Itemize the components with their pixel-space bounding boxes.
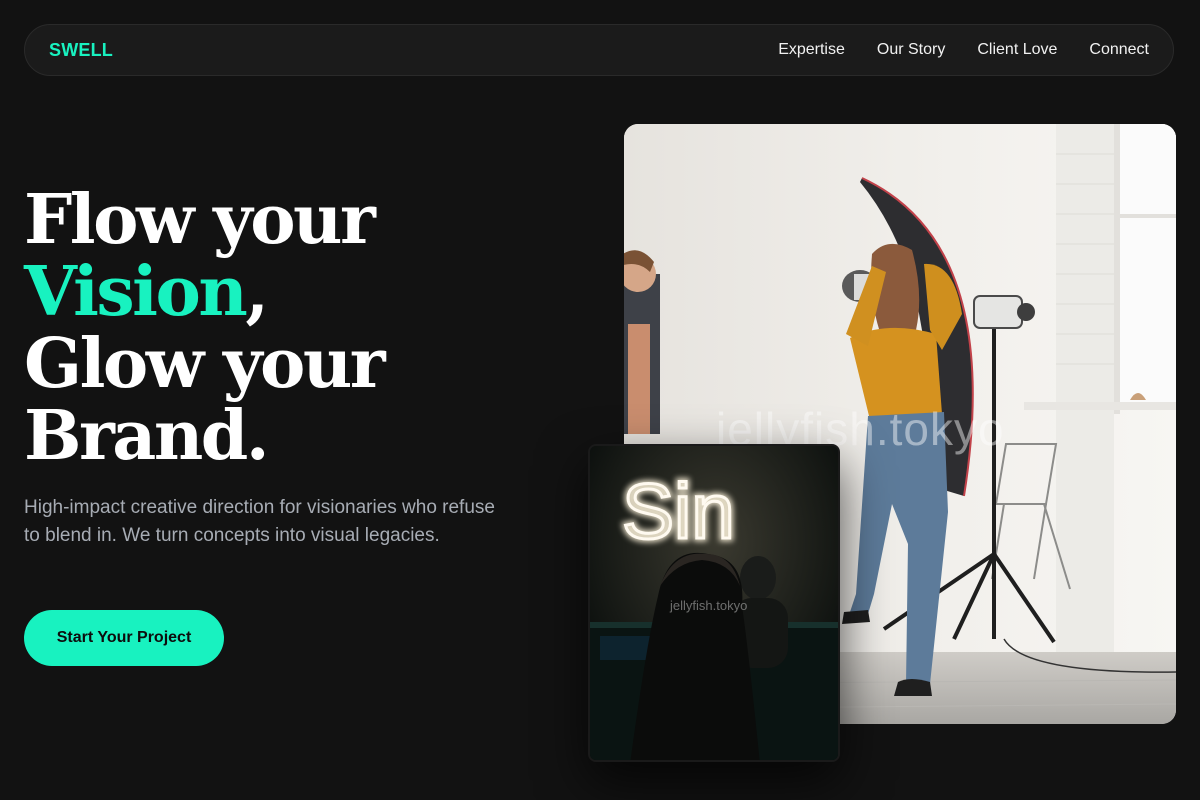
- neon-photo: Sin Sin jellyfish.tokyo: [588, 444, 840, 762]
- inset-photo-watermark: jellyfish.tokyo: [670, 598, 748, 613]
- hero-description: High-impact creative direction for visio…: [24, 497, 495, 546]
- brand-logo[interactable]: SWELL: [49, 40, 113, 61]
- nav-link-connect[interactable]: Connect: [1089, 41, 1149, 59]
- top-nav: SWELL Expertise Our Story Client Love Co…: [24, 24, 1174, 76]
- neon-sign-text: Sin: [622, 467, 735, 555]
- start-project-button[interactable]: Start Your Project: [24, 610, 224, 666]
- hero-title-accent: Vision: [24, 252, 248, 332]
- nav-link-client-love[interactable]: Client Love: [977, 41, 1057, 59]
- hero-title-line-3: Glow your: [24, 324, 386, 404]
- hero-title-comma: ,: [245, 252, 269, 332]
- nav-link-expertise[interactable]: Expertise: [778, 41, 845, 59]
- hero-title-line-2: Vision,: [24, 256, 383, 328]
- hero-title: Flow your Vision, Glow your Brand.: [24, 180, 386, 476]
- page: SWELL Expertise Our Story Client Love Co…: [0, 0, 1200, 800]
- hero-title-line-1: Flow your: [24, 180, 376, 260]
- nav-links: Expertise Our Story Client Love Connect: [778, 41, 1149, 59]
- hero-title-line-4: Brand.: [24, 396, 270, 476]
- nav-link-our-story[interactable]: Our Story: [877, 41, 945, 59]
